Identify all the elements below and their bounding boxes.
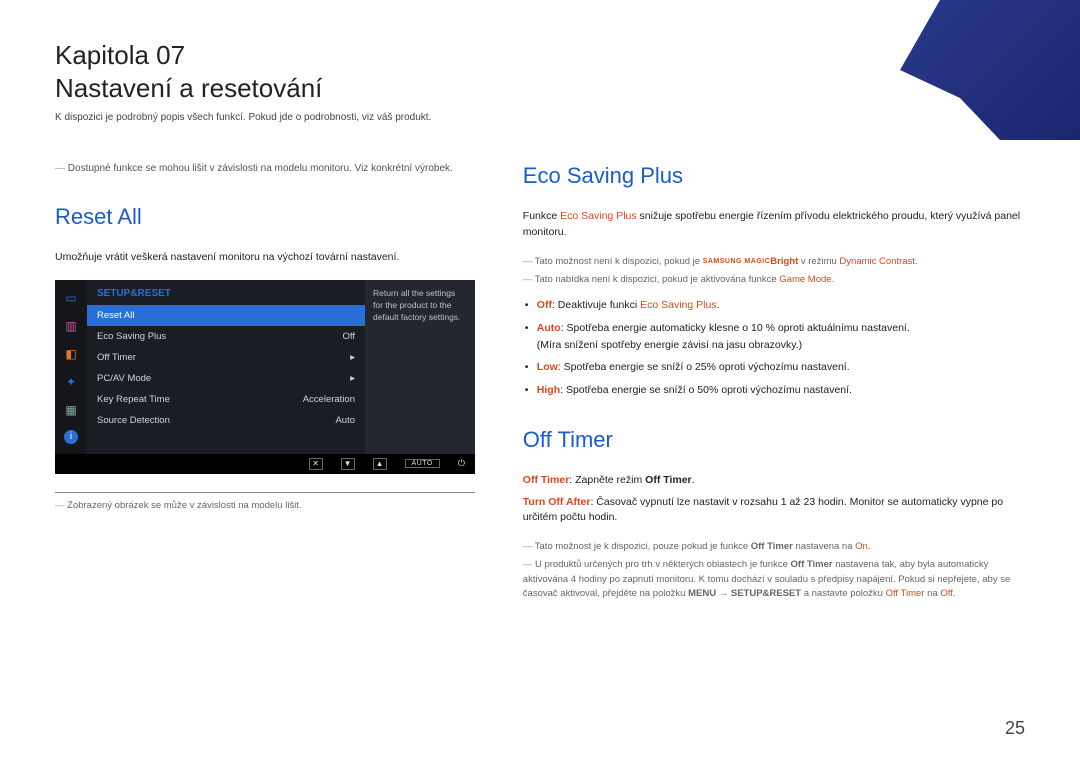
osd-row-value: ▸ — [350, 352, 355, 363]
offtimer-p1: Off Timer: Zapněte režim Off Timer. — [523, 473, 1025, 489]
power-icon: ⏻ — [458, 458, 465, 469]
page-number: 25 — [1005, 718, 1025, 739]
osd-row-label: Source Detection — [97, 415, 170, 426]
osd-row-eco: Eco Saving Plus Off — [87, 326, 365, 347]
right-column: Eco Saving Plus Funkce Eco Saving Plus s… — [523, 163, 1025, 605]
page-content: Kapitola 07 Nastavení a resetování K dis… — [0, 0, 1080, 605]
offtimer-note-1: Tato možnost je k dispozici, pouze pokud… — [523, 540, 1025, 554]
eco-bullets: Off: Deaktivuje funkci Eco Saving Plus. … — [523, 297, 1025, 399]
osd-row-source: Source Detection Auto — [87, 410, 365, 431]
eco-note-1: Tato možnost není k dispozici, pokud je … — [523, 255, 1025, 269]
picture-icon: ▥ — [63, 318, 79, 334]
eco-bullet-off: Off: Deaktivuje funkci Eco Saving Plus. — [537, 297, 1025, 314]
osd-row-keyrepeat: Key Repeat Time Acceleration — [87, 389, 365, 410]
color-icon: ◧ — [63, 346, 79, 362]
reset-all-desc: Umožňuje vrátit veškerá nastavení monito… — [55, 250, 483, 266]
offtimer-note-2: U produktů určených pro trh v některých … — [523, 558, 1025, 601]
info-icon: i — [64, 430, 78, 444]
eco-intro: Funkce Eco Saving Plus snižuje spotřebu … — [523, 209, 1025, 241]
osd-row-label: Reset All — [97, 310, 135, 321]
eco-bullet-high: High: Spotřeba energie se sníží o 50% op… — [537, 382, 1025, 399]
monitor-icon: ▭ — [63, 290, 79, 306]
eco-heading: Eco Saving Plus — [523, 163, 1025, 189]
chapter-label: Kapitola 07 — [55, 40, 1025, 71]
settings-icon: ✦ — [63, 374, 79, 390]
osd-screenshot: ▭ ▥ ◧ ✦ ▦ i SETUP&RESET Reset All — [55, 280, 475, 474]
eco-note-2: Tato nabídka není k dispozici, pokud je … — [523, 273, 1025, 287]
osd-row-value: Auto — [335, 415, 355, 426]
down-icon: ▼ — [341, 458, 355, 470]
close-icon: ✕ — [309, 458, 323, 470]
left-column: Dostupné funkce se mohou lišit v závislo… — [55, 163, 483, 605]
reset-all-heading: Reset All — [55, 204, 483, 230]
osd-row-pcav: PC/AV Mode ▸ — [87, 368, 365, 389]
divider — [55, 492, 475, 493]
image-vary-note: Zobrazený obrázek se může v závislosti n… — [55, 499, 483, 513]
availability-note: Dostupné funkce se mohou lišit v závislo… — [55, 163, 483, 174]
osd-row-value: Off — [343, 331, 356, 342]
osd-row-reset-all: Reset All — [87, 305, 365, 326]
osd-row-label: Eco Saving Plus — [97, 331, 166, 342]
osd-header: SETUP&RESET — [87, 280, 365, 305]
osd-description-panel: Return all the settings for the product … — [365, 280, 475, 454]
chapter-title: Nastavení a resetování — [55, 73, 1025, 104]
auto-button: AUTO — [405, 459, 440, 468]
offtimer-p2: Turn Off After: Časovač vypnutí lze nast… — [523, 495, 1025, 527]
osd-row-label: Off Timer — [97, 352, 136, 363]
offtimer-heading: Off Timer — [523, 427, 1025, 453]
options-icon: ▦ — [63, 402, 79, 418]
osd-row-label: Key Repeat Time — [97, 394, 170, 405]
osd-row-value: ▸ — [350, 373, 355, 384]
chapter-subtitle: K dispozici je podrobný popis všech funk… — [55, 112, 1025, 123]
osd-footer: ✕ ▼ ▲ AUTO ⏻ — [55, 454, 475, 474]
eco-bullet-auto: Auto: Spotřeba energie automaticky klesn… — [537, 320, 1025, 354]
osd-row-label: PC/AV Mode — [97, 373, 151, 384]
up-icon: ▲ — [373, 458, 387, 470]
osd-row-value: Acceleration — [303, 394, 355, 405]
osd-row-offtimer: Off Timer ▸ — [87, 347, 365, 368]
eco-bullet-low: Low: Spotřeba energie se sníží o 25% opr… — [537, 359, 1025, 376]
osd-icon-strip: ▭ ▥ ◧ ✦ ▦ i — [55, 280, 87, 454]
